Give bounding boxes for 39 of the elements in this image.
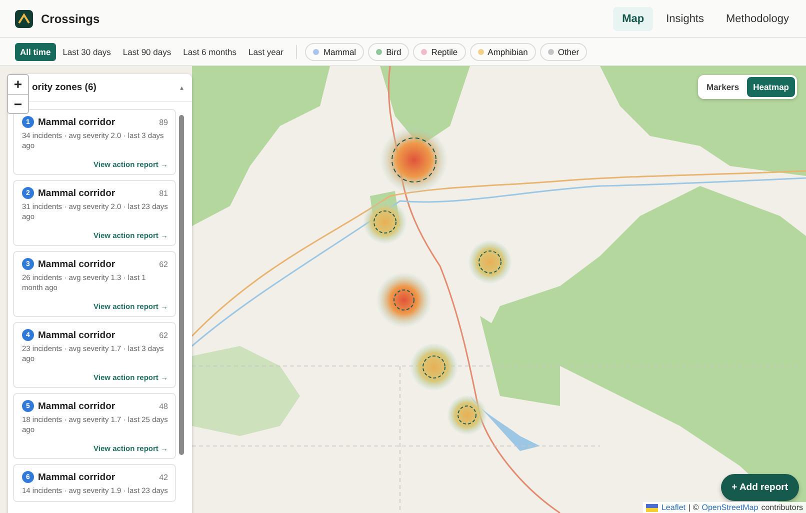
category-chip[interactable]: Mammal	[305, 42, 364, 60]
time-filter[interactable]: Last 90 days	[118, 42, 176, 60]
logo-icon	[15, 10, 33, 28]
contributors-text: contributors	[761, 503, 803, 512]
zoom-in-button[interactable]: +	[8, 75, 28, 94]
zone-name: Mammal corridor	[38, 400, 116, 412]
time-filter[interactable]: All time	[15, 42, 56, 60]
zone-name: Mammal corridor	[38, 188, 116, 198]
panel-title: ority zones (6)	[32, 82, 96, 93]
zone-name: Mammal corridor	[38, 258, 116, 270]
zone-name: Mammal corridor	[38, 472, 116, 482]
app-title: Crossings	[41, 12, 100, 26]
time-filter[interactable]: Last year	[244, 42, 288, 60]
leaflet-link[interactable]: Leaflet	[661, 503, 686, 512]
nav-tab[interactable]: Map	[613, 6, 654, 30]
zone-score: 81	[159, 188, 168, 198]
flag-icon	[646, 504, 658, 512]
category-chip[interactable]: Reptile	[413, 42, 466, 60]
zone-score: 89	[159, 118, 168, 126]
zone-score: 42	[159, 472, 168, 482]
category-chip[interactable]: Other	[540, 42, 588, 60]
zone-score: 62	[159, 330, 168, 340]
view-option[interactable]: Heatmap	[747, 77, 795, 97]
time-filter[interactable]: Last 6 months	[178, 42, 242, 60]
zone-name: Mammal corridor	[38, 330, 116, 340]
nav-tab[interactable]: Insights	[657, 6, 713, 30]
add-report-button[interactable]: + Add report	[720, 474, 799, 501]
view-option[interactable]: Markers	[700, 77, 746, 97]
zone-name: Mammal corridor	[38, 116, 116, 128]
openstreetmap-link[interactable]: OpenStreetMap	[702, 503, 758, 512]
category-chip[interactable]: Amphibian	[470, 42, 536, 60]
time-filter[interactable]: Last 30 days	[58, 42, 116, 60]
zone-score: 48	[159, 402, 168, 410]
zoom-out-button[interactable]: −	[8, 94, 28, 113]
category-chip[interactable]: Bird	[368, 42, 410, 60]
separator-text: | ©	[688, 503, 699, 512]
nav-tab[interactable]: Methodology	[717, 6, 798, 30]
zone-score: 62	[159, 260, 168, 268]
scrollbar[interactable]	[179, 115, 184, 455]
